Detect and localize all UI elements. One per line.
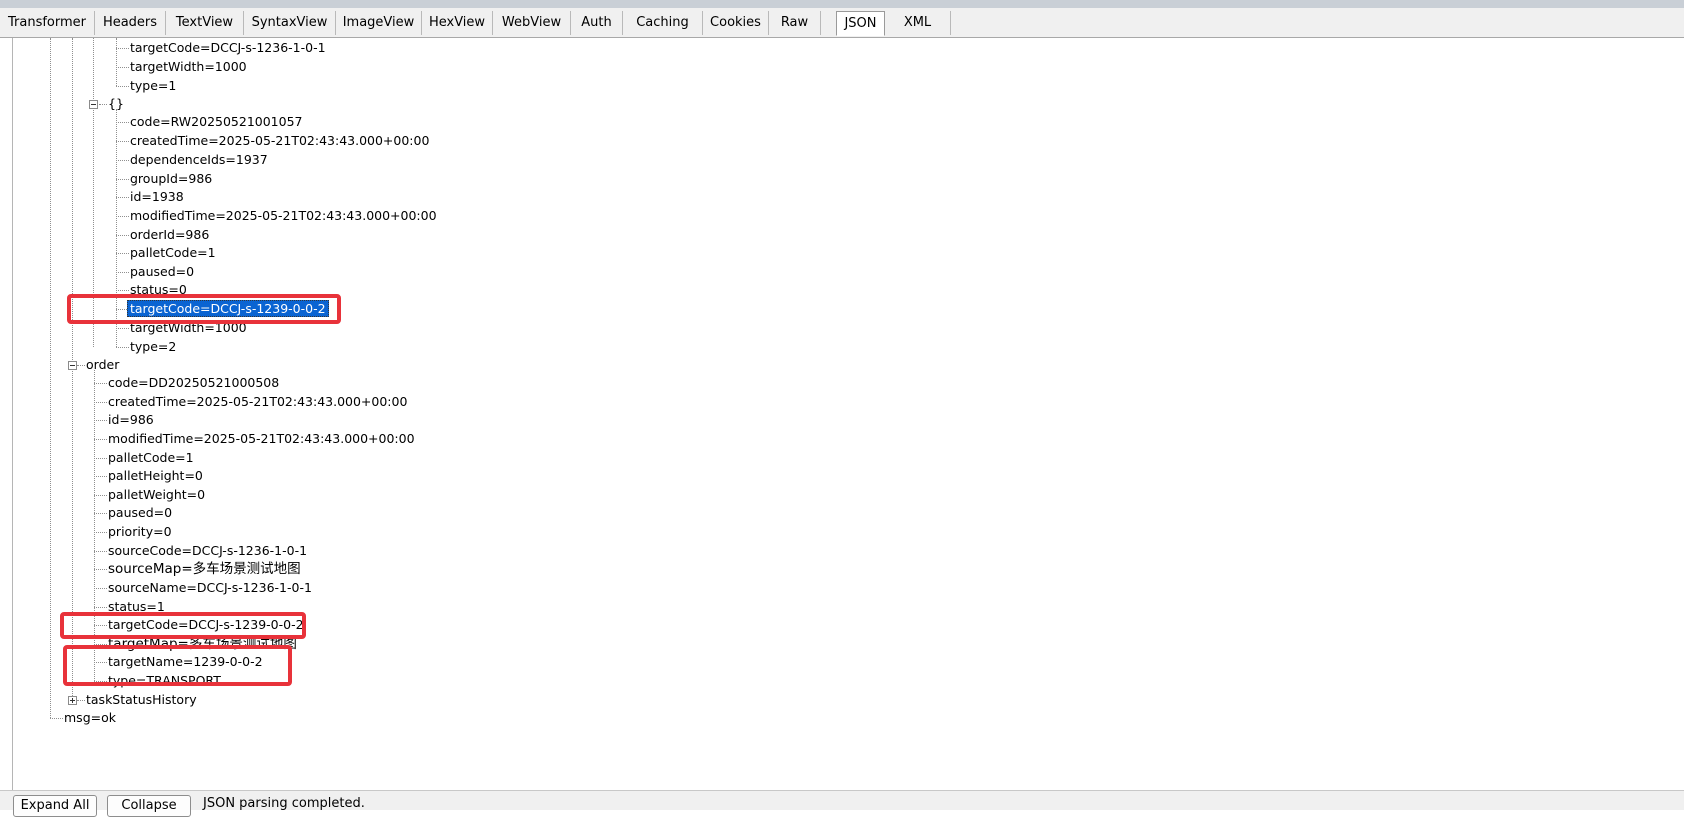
tree-connector — [116, 272, 129, 273]
tree-connector — [94, 383, 107, 384]
tree-leaf[interactable]: palletWeight=0 — [108, 486, 205, 504]
tree-connector — [116, 141, 129, 142]
collapse-toggle-icon[interactable] — [89, 100, 98, 109]
tree-connector — [116, 160, 129, 161]
tree-connector — [94, 476, 107, 477]
tree-connector — [94, 532, 107, 533]
highlight-box — [60, 612, 306, 639]
highlight-box — [63, 645, 292, 686]
tree-leaf[interactable]: type=1 — [130, 77, 176, 95]
tree-leaf[interactable]: msg=ok — [64, 709, 116, 727]
tree-leaf[interactable]: code=RW20250521001057 — [130, 113, 303, 131]
tree-leaf[interactable]: createdTime=2025-05-21T02:43:43.000+00:0… — [108, 393, 407, 411]
tree-leaf[interactable]: createdTime=2025-05-21T02:43:43.000+00:0… — [130, 132, 429, 150]
tree-leaf[interactable]: dependenceIds=1937 — [130, 151, 268, 169]
tree-connector — [116, 48, 129, 49]
tree-leaf[interactable]: palletCode=1 — [130, 244, 216, 262]
tab-textview[interactable]: TextView — [166, 11, 244, 35]
tree-leaf[interactable]: groupId=986 — [130, 170, 212, 188]
parse-status-text: JSON parsing completed. — [203, 796, 365, 811]
tree-connector — [94, 588, 107, 589]
highlight-box — [67, 294, 341, 324]
tree-connector — [50, 718, 63, 719]
tree-connector — [94, 551, 107, 552]
tab-xml[interactable]: XML — [885, 11, 951, 35]
tree-leaf[interactable]: type=2 — [130, 338, 176, 356]
tab-caching[interactable]: Caching — [623, 11, 703, 35]
tree-connector — [116, 216, 129, 217]
tab-imageview[interactable]: ImageView — [336, 11, 422, 35]
tree-leaf[interactable]: palletCode=1 — [108, 449, 194, 467]
tab-transformer[interactable]: Transformer — [0, 11, 95, 35]
tree-leaf[interactable]: sourceName=DCCJ-s-1236-1-0-1 — [108, 579, 312, 597]
tab-raw[interactable]: Raw — [769, 11, 821, 35]
inspector-tab-bar: Transformer Headers TextView SyntaxView … — [0, 8, 1684, 38]
expand-all-button[interactable]: Expand All — [13, 795, 97, 817]
expand-toggle-icon[interactable] — [68, 696, 77, 705]
tree-leaf[interactable]: sourceCode=DCCJ-s-1236-1-0-1 — [108, 542, 307, 560]
tree-leaf[interactable]: sourceMap=多车场景测试地图 — [108, 560, 301, 578]
tree-leaf[interactable]: targetWidth=1000 — [130, 58, 247, 76]
tree-connector — [77, 365, 85, 366]
tree-leaf[interactable]: palletHeight=0 — [108, 467, 203, 485]
tree-connector — [94, 513, 107, 514]
tree-leaf[interactable]: modifiedTime=2025-05-21T02:43:43.000+00:… — [130, 207, 437, 225]
tab-json[interactable]: JSON — [836, 11, 885, 36]
tree-connector — [116, 235, 129, 236]
tree-connector — [116, 328, 129, 329]
tree-connector — [116, 122, 129, 123]
tree-connector — [94, 458, 107, 459]
status-bar: Expand All Collapse JSON parsing complet… — [0, 790, 1684, 817]
tree-connector — [116, 347, 129, 348]
tree-connector — [99, 104, 107, 105]
tree-leaf[interactable]: code=DD20250521000508 — [108, 374, 279, 392]
tree-connector — [94, 420, 107, 421]
tree-connector — [116, 86, 129, 87]
tree-leaf[interactable]: targetCode=DCCJ-s-1236-1-0-1 — [130, 39, 326, 57]
tree-node-task-status-history[interactable]: taskStatusHistory — [86, 691, 197, 709]
tree-node-order[interactable]: order — [86, 356, 119, 374]
tab-cookies[interactable]: Cookies — [703, 11, 769, 35]
tree-connector — [116, 197, 129, 198]
tab-syntaxview[interactable]: SyntaxView — [244, 11, 336, 35]
tree-leaf[interactable]: id=986 — [108, 411, 154, 429]
collapse-toggle-icon[interactable] — [68, 361, 77, 370]
tree-connector — [94, 607, 107, 608]
tree-connector — [94, 402, 107, 403]
tree-leaf[interactable]: orderId=986 — [130, 226, 209, 244]
tree-leaf[interactable]: paused=0 — [130, 263, 194, 281]
tree-connector — [116, 67, 129, 68]
tree-guide-line — [50, 38, 51, 718]
tree-connector — [77, 700, 85, 701]
tree-connector — [94, 439, 107, 440]
tab-headers[interactable]: Headers — [95, 11, 166, 35]
tree-leaf[interactable]: id=1938 — [130, 188, 184, 206]
tree-guide-line — [116, 38, 117, 86]
tree-leaf[interactable]: modifiedTime=2025-05-21T02:43:43.000+00:… — [108, 430, 415, 448]
tree-connector — [94, 569, 107, 570]
tab-auth[interactable]: Auth — [571, 11, 623, 35]
tree-connector — [116, 253, 129, 254]
tree-node-object[interactable]: {} — [108, 95, 124, 113]
tree-leaf[interactable]: priority=0 — [108, 523, 172, 541]
tree-connector — [94, 495, 107, 496]
collapse-button[interactable]: Collapse — [107, 795, 191, 817]
tree-leaf[interactable]: paused=0 — [108, 504, 172, 522]
tab-hexview[interactable]: HexView — [422, 11, 493, 35]
tab-webview[interactable]: WebView — [493, 11, 571, 35]
tree-connector — [116, 290, 129, 291]
tree-connector — [116, 179, 129, 180]
